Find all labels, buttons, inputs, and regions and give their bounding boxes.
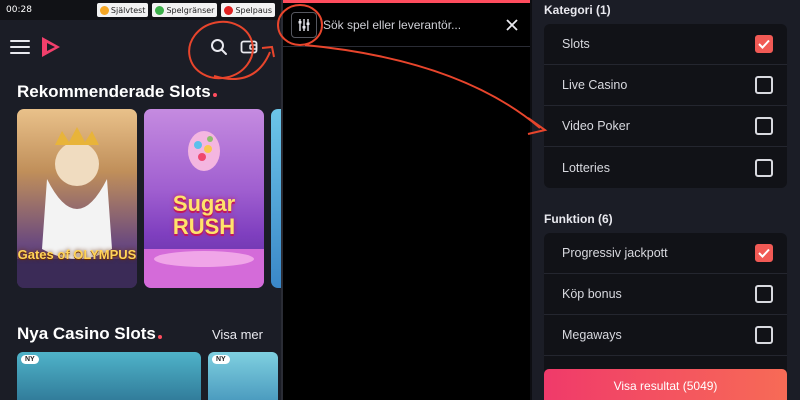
close-icon[interactable] [502, 15, 522, 35]
game-tile-gates-of-olympus[interactable]: Gates of OLYMPUS [17, 109, 137, 288]
feature-heading: Funktion (6) [544, 212, 613, 226]
casino-home-panel: 00:28 Självtest Spelgränser Spelpaus Rek… [0, 0, 281, 400]
pause-icon [224, 5, 234, 15]
brand-logo-icon[interactable] [38, 34, 64, 60]
filter-button[interactable] [291, 11, 317, 38]
app-bar [0, 20, 281, 74]
wallet-icon[interactable] [240, 38, 258, 56]
new-slots-header: Nya Casino Slots Visa mer [0, 324, 281, 344]
new-badge: NY [21, 355, 39, 364]
option-lotteries[interactable]: Lotteries [544, 147, 787, 188]
game-tile-new[interactable]: NY [208, 352, 278, 400]
option-buy-bonus[interactable]: Köp bonus [544, 274, 787, 315]
option-label: Lotteries [562, 160, 610, 175]
status-bar: 00:28 Självtest Spelgränser Spelpaus [0, 0, 281, 20]
recommended-heading: Rekommenderade Slots [0, 82, 281, 102]
pause-button[interactable]: Spelpaus [221, 3, 275, 17]
menu-icon[interactable] [10, 40, 30, 54]
option-live-casino[interactable]: Live Casino [544, 65, 787, 106]
limits-button[interactable]: Spelgränser [152, 3, 218, 17]
new-badge: NY [212, 355, 230, 364]
checkbox[interactable] [755, 117, 773, 135]
recommended-games-row: Gates of OLYMPUS Sugar RUSH [17, 109, 281, 288]
search-icon[interactable] [210, 38, 228, 56]
option-label: Progressiv jackpott [562, 246, 668, 260]
filter-panel: Kategori (1) Slots Live Casino Video Pok… [530, 0, 800, 400]
option-megaways[interactable]: Megaways [544, 315, 787, 356]
category-options: Slots Live Casino Video Poker Lotteries [544, 24, 787, 188]
check-icon [758, 248, 770, 258]
option-progressive-jackpot[interactable]: Progressiv jackpott [544, 233, 787, 274]
check-icon [758, 39, 770, 49]
feature-options: Progressiv jackpott Köp bonus Megaways [544, 233, 787, 376]
search-panel [281, 0, 530, 400]
option-label: Slots [562, 37, 590, 51]
game-tile-new[interactable]: NY [17, 352, 201, 400]
checkbox[interactable] [755, 326, 773, 344]
option-label: Video Poker [562, 119, 630, 133]
game-tile-partial[interactable] [271, 109, 281, 288]
see-more-link[interactable]: Visa mer [212, 327, 263, 342]
checkbox[interactable] [755, 158, 773, 177]
selftest-icon [99, 5, 109, 15]
show-results-button[interactable]: Visa resultat (5049) [544, 369, 787, 400]
option-video-poker[interactable]: Video Poker [544, 106, 787, 147]
search-input[interactable] [317, 17, 502, 32]
checkbox[interactable] [755, 35, 773, 53]
checkbox[interactable] [755, 285, 773, 303]
clock: 00:28 [6, 5, 32, 15]
option-label: Live Casino [562, 78, 628, 92]
sliders-icon [298, 18, 310, 31]
selftest-button[interactable]: Självtest [96, 3, 149, 17]
new-games-row: NY NY [17, 352, 278, 400]
search-bar [283, 3, 530, 47]
new-slots-heading: Nya Casino Slots [17, 324, 156, 343]
option-label: Megaways [562, 328, 622, 342]
option-label: Köp bonus [562, 287, 622, 301]
game-title-art: Gates of OLYMPUS [17, 247, 137, 262]
category-heading: Kategori (1) [544, 3, 611, 17]
checkbox[interactable] [755, 76, 773, 94]
option-slots[interactable]: Slots [544, 24, 787, 65]
game-tile-sugar-rush[interactable]: Sugar RUSH [144, 109, 264, 288]
game-title-art: Sugar RUSH [172, 191, 236, 239]
limits-icon [155, 5, 165, 15]
checkbox[interactable] [755, 244, 773, 262]
